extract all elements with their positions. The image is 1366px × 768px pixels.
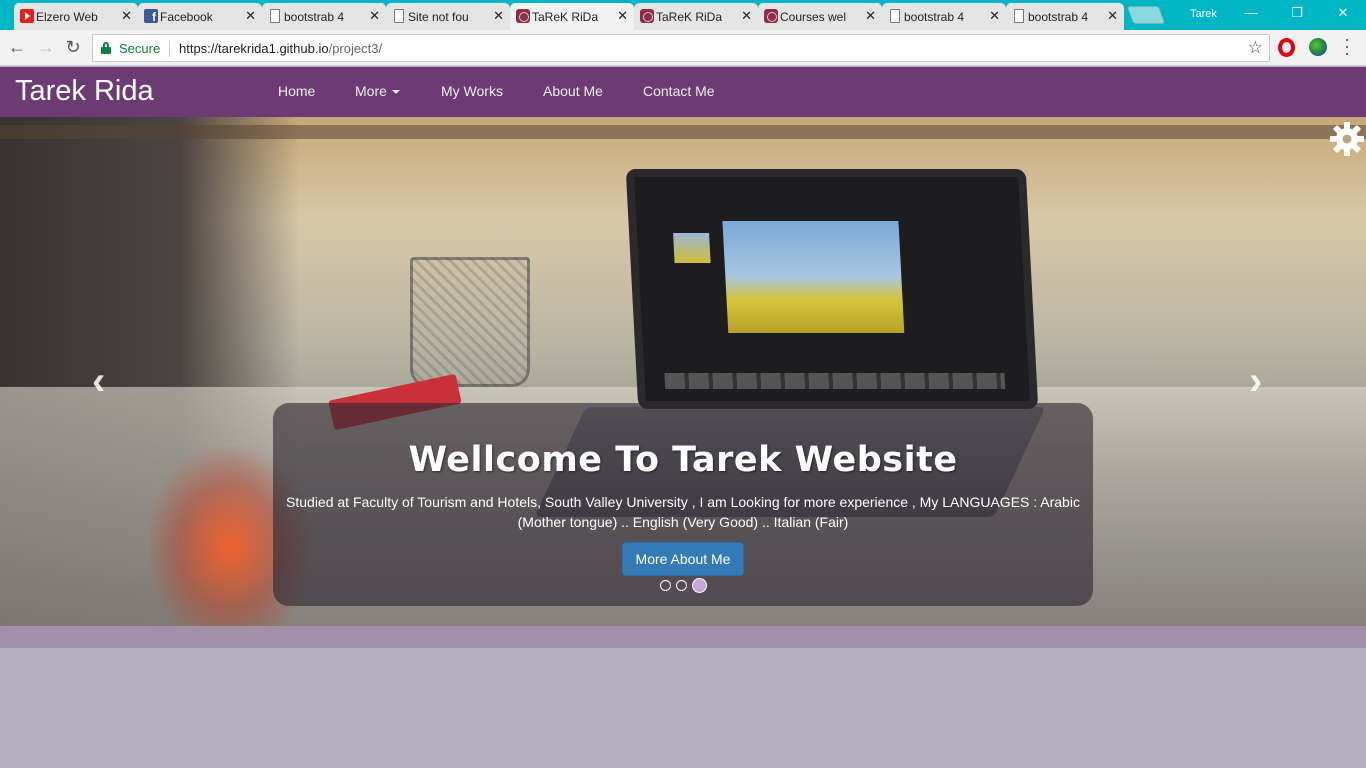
nav-more-label: More	[355, 83, 387, 99]
reload-icon[interactable]: ↻	[63, 37, 83, 58]
more-about-me-button[interactable]: More About Me	[622, 542, 744, 576]
lock-icon	[101, 42, 111, 54]
close-icon[interactable]: ✕	[741, 8, 752, 24]
browser-tab-active[interactable]: TaReK RiDa ✕	[510, 3, 634, 30]
caret-down-icon	[391, 90, 400, 95]
back-icon[interactable]: ←	[7, 37, 27, 58]
browser-menu-icon[interactable]: · · ·	[1340, 30, 1354, 62]
hero-carousel: ‹ › Wellcome To Tarek Website Studied at…	[0, 117, 1366, 626]
browser-tab[interactable]: TaReK RiDa ✕	[634, 3, 758, 30]
url-path: /project3/	[328, 41, 383, 56]
divider	[169, 41, 170, 57]
close-icon[interactable]: ✕	[865, 8, 876, 24]
browser-tab[interactable]: bootstrab 4 ✕	[882, 3, 1006, 30]
site-navbar: Tarek Rida Home More My Works About Me C…	[0, 67, 1366, 117]
site-logo-icon	[640, 9, 654, 23]
carousel-next-icon[interactable]: ›	[1249, 359, 1262, 404]
carousel-heading: Wellcome To Tarek Website	[408, 440, 958, 480]
nav-home[interactable]: Home	[278, 83, 315, 99]
bookmark-star-icon[interactable]: ☆	[1248, 38, 1263, 58]
tab-title: bootstrab 4	[284, 9, 345, 24]
browser-tab[interactable]: Elzero Web ✕	[14, 3, 138, 30]
document-icon	[270, 9, 280, 23]
carousel-indicator[interactable]	[660, 580, 671, 591]
tab-title: Facebook	[160, 9, 213, 24]
hero-photo-laptop	[625, 169, 1039, 409]
browser-tab[interactable]: bootstrab 4 ✕	[1006, 3, 1124, 30]
address-bar[interactable]: Secure https://tarekrida1.github.io/proj…	[92, 34, 1270, 62]
carousel-text: Studied at Faculty of Tourism and Hotels…	[286, 494, 1080, 530]
browser-tab-strip: Elzero Web ✕ f Facebook ✕ bootstrab 4 ✕ …	[0, 0, 1366, 30]
browser-tab[interactable]: Courses wel ✕	[758, 3, 882, 30]
document-icon	[890, 9, 900, 23]
tab-title: Courses wel	[780, 9, 847, 24]
forward-icon[interactable]: →	[36, 37, 56, 58]
browser-tab[interactable]: f Facebook ✕	[138, 3, 262, 30]
close-icon[interactable]: ✕	[245, 8, 256, 24]
tab-title: TaReK RiDa	[656, 9, 723, 24]
document-icon	[394, 9, 404, 23]
url-host: https://tarekrida1.github.io	[179, 41, 329, 56]
nav-more-dropdown[interactable]: More	[355, 83, 400, 99]
carousel-indicator[interactable]	[676, 580, 687, 591]
site-logo-icon	[516, 9, 530, 23]
close-icon[interactable]: ✕	[617, 8, 628, 24]
carousel-prev-icon[interactable]: ‹	[92, 359, 105, 404]
site-brand[interactable]: Tarek Rida	[15, 75, 154, 108]
hero-photo-pencil-cup	[410, 257, 530, 387]
hero-photo-detail	[722, 221, 905, 333]
gear-icon[interactable]	[1329, 121, 1365, 157]
tab-title: bootstrab 4	[1028, 9, 1089, 24]
carousel-indicators	[660, 577, 708, 593]
close-icon[interactable]: ✕	[369, 8, 380, 24]
page-body	[0, 648, 1366, 768]
nav-contact-me[interactable]: Contact Me	[643, 83, 715, 99]
carousel-caption: Wellcome To Tarek Website Studied at Fac…	[273, 403, 1093, 606]
opera-extension-icon[interactable]	[1278, 38, 1295, 57]
hero-photo-detail	[673, 233, 711, 263]
browser-tab[interactable]: bootstrab 4 ✕	[262, 3, 386, 30]
browser-toolbar: ← → ↻ Secure https://tarekrida1.github.i…	[0, 30, 1366, 66]
site-logo-icon	[764, 9, 778, 23]
browser-tab[interactable]: Site not fou ✕	[386, 3, 510, 30]
carousel-indicator-active[interactable]	[692, 578, 707, 593]
close-window-icon[interactable]: ✕	[1333, 5, 1353, 21]
close-icon[interactable]: ✕	[1107, 8, 1118, 24]
minimize-icon[interactable]: —	[1241, 5, 1261, 20]
url-text[interactable]: https://tarekrida1.github.io/project3/	[179, 41, 382, 56]
close-icon[interactable]: ✕	[121, 8, 132, 24]
profile-name[interactable]: Tarek	[1190, 8, 1217, 20]
tab-title: Site not fou	[408, 9, 469, 24]
hero-photo-detail	[664, 373, 1006, 389]
nav-about-me[interactable]: About Me	[543, 83, 603, 99]
close-icon[interactable]: ✕	[989, 8, 1000, 24]
globe-extension-icon[interactable]	[1309, 38, 1327, 56]
section-divider	[0, 626, 1366, 648]
facebook-icon: f	[144, 9, 158, 24]
youtube-icon	[20, 9, 34, 23]
tab-title: TaReK RiDa	[532, 9, 599, 24]
secure-label: Secure	[119, 41, 161, 56]
document-icon	[1014, 9, 1024, 23]
hero-background	[0, 125, 1366, 139]
close-icon[interactable]: ✕	[493, 8, 504, 24]
tab-title: Elzero Web	[36, 9, 98, 24]
new-tab-button[interactable]	[1126, 6, 1166, 24]
tab-title: bootstrab 4	[904, 9, 965, 24]
nav-my-works[interactable]: My Works	[441, 83, 503, 99]
restore-icon[interactable]: ❐	[1287, 5, 1307, 21]
